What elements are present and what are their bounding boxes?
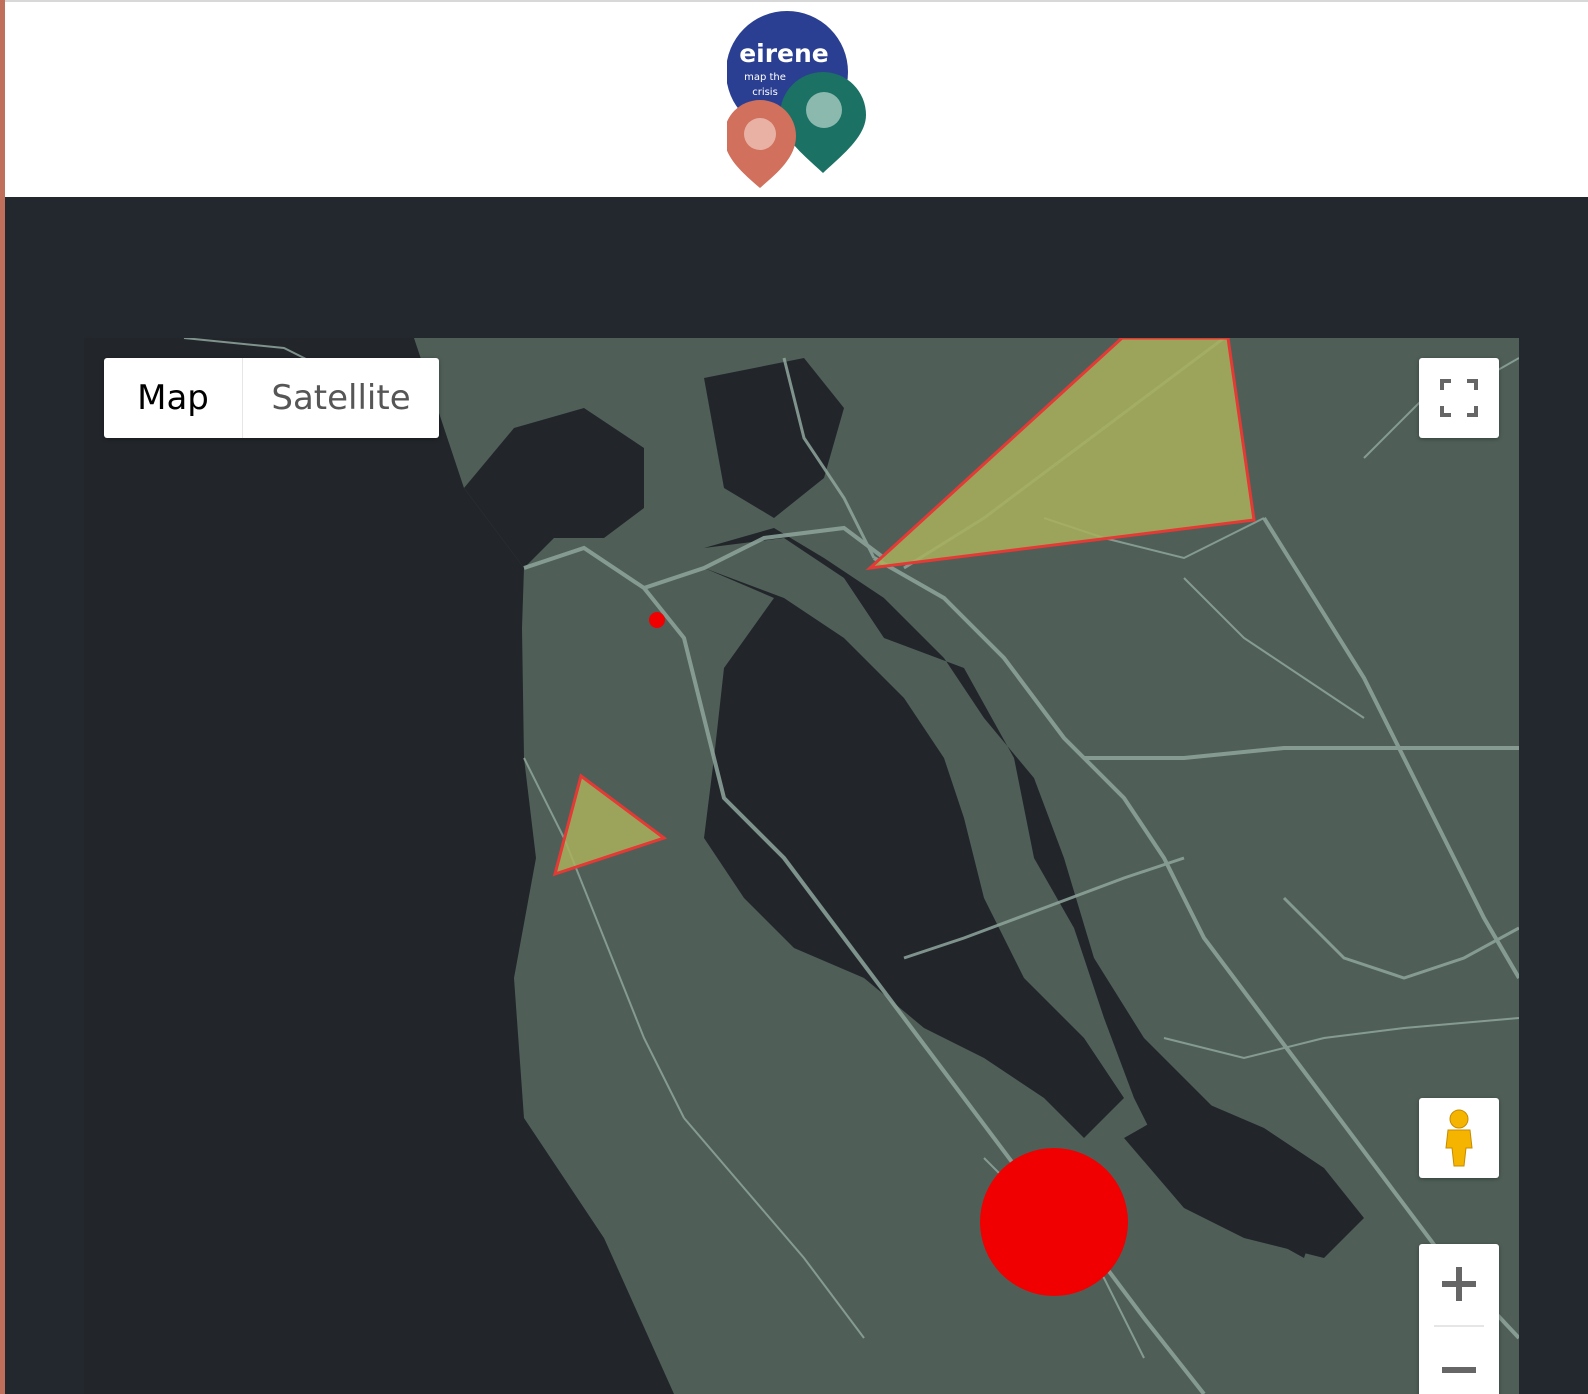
- zoom-in-button[interactable]: [1419, 1244, 1499, 1324]
- map-marker-large[interactable]: [980, 1148, 1128, 1296]
- fullscreen-button[interactable]: [1419, 358, 1499, 438]
- map-canvas[interactable]: [84, 338, 1519, 1394]
- site-header: eirene map the crisis: [5, 0, 1588, 197]
- map-marker-small[interactable]: [649, 612, 665, 628]
- map-view[interactable]: Map Satellite: [84, 338, 1519, 1394]
- logo-tagline-2: crisis: [752, 87, 778, 98]
- pegman-icon: [1445, 1109, 1473, 1167]
- logo-tagline-1: map the: [744, 72, 786, 83]
- polygon-overlay-east-bay[interactable]: [865, 338, 1256, 571]
- polygon-overlay-peninsula[interactable]: [552, 773, 668, 877]
- south-bay-wetlands: [1124, 1098, 1364, 1258]
- zoom-control: [1419, 1244, 1499, 1394]
- map-type-map-button[interactable]: Map: [104, 358, 243, 438]
- plus-icon: [1442, 1267, 1476, 1301]
- map-type-satellite-button[interactable]: Satellite: [243, 358, 439, 438]
- map-type-control: Map Satellite: [104, 358, 439, 438]
- fullscreen-icon: [1440, 379, 1478, 417]
- zoom-divider: [1434, 1325, 1484, 1327]
- minus-icon: [1442, 1367, 1476, 1373]
- street-view-pegman-button[interactable]: [1419, 1098, 1499, 1178]
- san-pablo-bay: [704, 358, 844, 518]
- eirene-logo[interactable]: eirene map the crisis: [727, 10, 877, 190]
- zoom-out-button[interactable]: [1419, 1330, 1499, 1394]
- logo-wordmark: eirene: [739, 39, 829, 68]
